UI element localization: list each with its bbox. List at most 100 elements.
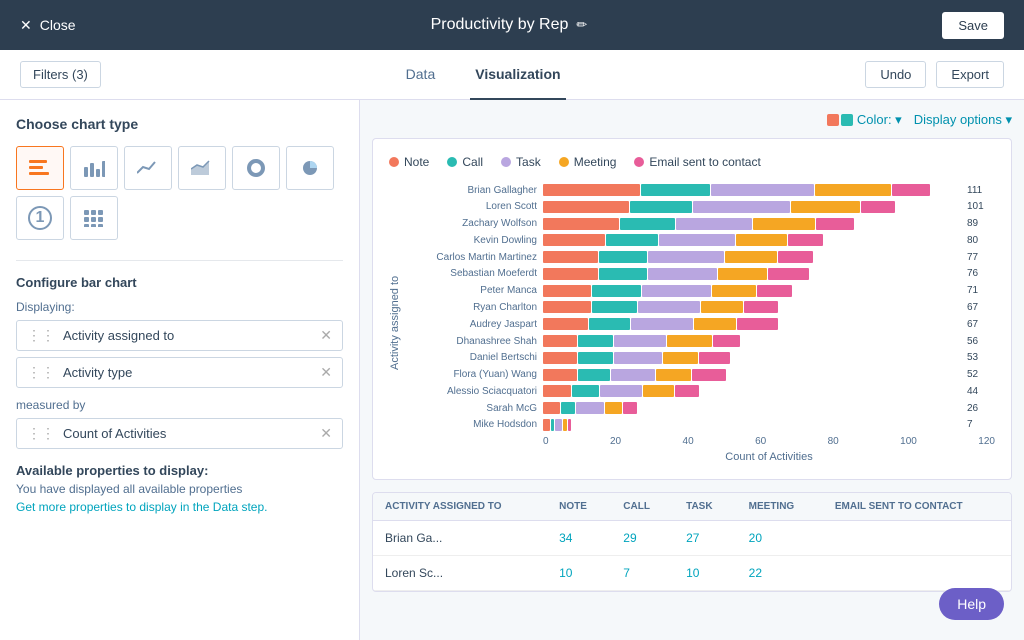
bar-segments (543, 301, 957, 313)
legend-label-note: Note (404, 155, 429, 169)
table-header: CALL (611, 493, 674, 521)
save-area: Save (942, 12, 1004, 39)
save-button[interactable]: Save (942, 12, 1004, 39)
chart-type-area[interactable] (178, 146, 226, 190)
legend-dot-email (634, 157, 644, 167)
bar-seg-task (631, 318, 693, 330)
bar-row: Sarah McG26 (407, 401, 995, 415)
x-tick-label: 40 (683, 436, 694, 447)
remove-tag-3[interactable]: ✕ (320, 425, 332, 442)
report-title-area: Productivity by Rep ✏ (431, 16, 588, 34)
bar-total: 67 (967, 319, 995, 330)
help-button[interactable]: Help (939, 588, 1004, 620)
bar-seg-email (737, 318, 778, 330)
table-header: TASK (674, 493, 737, 521)
bar-seg-call (578, 369, 609, 381)
tab-data[interactable]: Data (401, 50, 441, 100)
bar-seg-task (676, 218, 752, 230)
bar-seg-email (744, 301, 778, 313)
bar-row: Audrey Jaspart67 (407, 317, 995, 331)
tag-label-2: Activity type (63, 365, 312, 380)
chart-type-grid[interactable] (70, 196, 118, 240)
chart-type-horizontal-bar[interactable] (16, 146, 64, 190)
close-button[interactable]: ✕ Close (20, 17, 76, 34)
export-button[interactable]: Export (936, 61, 1004, 88)
bar-seg-email (892, 184, 930, 196)
x-tick-label: 120 (978, 436, 995, 447)
tab-visualization[interactable]: Visualization (470, 50, 565, 100)
remove-tag-1[interactable]: ✕ (320, 327, 332, 344)
drag-handle-2[interactable]: ⋮⋮ (27, 364, 55, 381)
bar-seg-note (543, 285, 591, 297)
bar-seg-meeting (712, 285, 757, 297)
display-options-button[interactable]: Display options ▾ (914, 112, 1012, 128)
color-swatch (827, 114, 853, 126)
bar-seg-note (543, 201, 629, 213)
legend-meeting: Meeting (559, 155, 617, 169)
y-axis-label: Activity assigned to (389, 183, 401, 463)
bar-row: Alessio Sciacquatori44 (407, 384, 995, 398)
table-row: Brian Ga...34292720 (373, 521, 1011, 556)
legend-call: Call (447, 155, 483, 169)
bar-seg-call (592, 301, 637, 313)
sidebar: Choose chart type (0, 100, 360, 640)
x-tick-label: 80 (828, 436, 839, 447)
bar-seg-task (648, 251, 724, 263)
available-properties: Available properties to display: You hav… (16, 463, 343, 514)
color-picker-button[interactable]: Color: ▾ (827, 112, 902, 128)
bar-seg-call (606, 234, 658, 246)
filter-button[interactable]: Filters (3) (20, 61, 101, 88)
bar-seg-note (543, 184, 640, 196)
bar-seg-note (543, 402, 560, 414)
bar-seg-email (699, 352, 730, 364)
chart-type-vertical-bar[interactable] (70, 146, 118, 190)
bar-total: 89 (967, 218, 995, 229)
chart-type-line[interactable] (124, 146, 172, 190)
chart-type-number[interactable]: 1 (16, 196, 64, 240)
drag-handle-1[interactable]: ⋮⋮ (27, 327, 55, 344)
undo-button[interactable]: Undo (865, 61, 926, 88)
chart-type-donut[interactable] (232, 146, 280, 190)
table-header: EMAIL SENT TO CONTACT (823, 493, 1011, 521)
bar-seg-meeting (718, 268, 766, 280)
x-axis-title: Count of Activities (407, 451, 995, 463)
bar-total: 53 (967, 352, 995, 363)
remove-tag-2[interactable]: ✕ (320, 364, 332, 381)
data-step-link[interactable]: Get more properties to display in the Da… (16, 500, 343, 514)
bar-label: Ryan Charlton (407, 302, 537, 313)
bar-seg-call (620, 218, 675, 230)
bar-segments (543, 318, 957, 330)
bar-row: Kevin Dowling80 (407, 233, 995, 247)
drag-handle-3[interactable]: ⋮⋮ (27, 425, 55, 442)
cell-call: 29 (611, 521, 674, 556)
bar-segments (543, 251, 957, 263)
chart-type-pie[interactable] (286, 146, 334, 190)
table-header: NOTE (547, 493, 611, 521)
bar-seg-meeting (643, 385, 674, 397)
bar-segments (543, 369, 957, 381)
report-title: Productivity by Rep (431, 16, 569, 34)
displaying-label: Displaying: (16, 300, 343, 314)
header: ✕ Close Productivity by Rep ✏ Save (0, 0, 1024, 50)
tag-label-3: Count of Activities (63, 426, 312, 441)
bar-seg-task (576, 402, 604, 414)
bar-seg-note (543, 369, 577, 381)
bar-seg-meeting (656, 369, 690, 381)
x-tick-label: 20 (610, 436, 621, 447)
get-more-text: Get more properties to display in the (16, 500, 209, 514)
bar-total: 77 (967, 252, 995, 263)
measured-by-label: measured by (16, 398, 343, 412)
legend-task: Task (501, 155, 541, 169)
bar-seg-email (692, 369, 726, 381)
bar-seg-task (648, 268, 717, 280)
bar-seg-call (592, 285, 640, 297)
bar-seg-note (543, 385, 571, 397)
table-row: Loren Sc...1071022 (373, 556, 1011, 591)
legend-dot-note (389, 157, 399, 167)
data-step-anchor[interactable]: Data step. (213, 500, 268, 514)
bar-row: Sebastian Moeferdt76 (407, 267, 995, 281)
bar-seg-meeting (701, 301, 742, 313)
bar-segments (543, 234, 957, 246)
edit-icon[interactable]: ✏ (576, 17, 587, 33)
table-header: ACTIVITY ASSIGNED TO (373, 493, 547, 521)
